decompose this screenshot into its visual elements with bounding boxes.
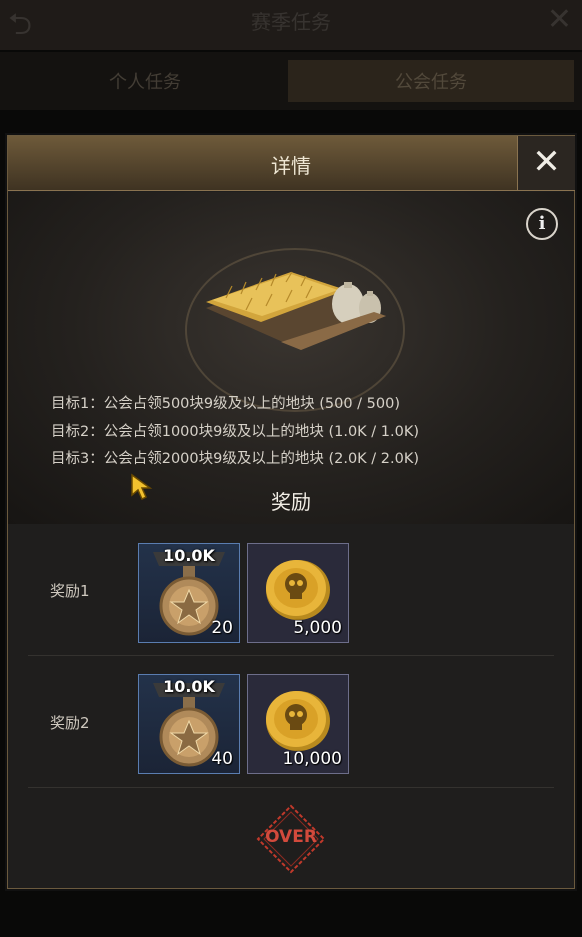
goal-item: 目标1：公会占领500块9级及以上的地块 (500 / 500) <box>51 396 401 412</box>
close-button[interactable]: ✕ <box>517 136 575 191</box>
medal-badge-value: 10.0K <box>163 677 215 696</box>
status-stamp: OVER <box>265 827 317 847</box>
close-icon: ✕ <box>532 142 561 182</box>
mouse-cursor-icon <box>131 473 153 501</box>
goal-list: 目标1：公会占领500块9级及以上的地块 (500 / 500) 目标2：公会占… <box>51 391 419 474</box>
goal-item: 目标2：公会占领1000块9级及以上的地块 (1.0K / 1.0K) <box>51 423 420 440</box>
dialog-title: 详情 <box>271 154 311 178</box>
row-divider <box>28 655 554 656</box>
farmland-illustration <box>206 271 386 350</box>
medal-quantity: 40 <box>211 749 233 769</box>
goal-item: 目标3：公会占领2000块9级及以上的地块 (2.0K / 2.0K) <box>51 451 420 467</box>
reward-row-label: 奖励1 <box>50 582 90 600</box>
coin-quantity: 5,000 <box>293 618 342 638</box>
coin-quantity: 10,000 <box>282 749 342 769</box>
medal-reward-item[interactable]: 10.0K 20 <box>138 543 240 643</box>
coin-reward-item[interactable]: 10,000 <box>247 674 349 774</box>
coin-reward-item[interactable]: 5,000 <box>247 543 349 643</box>
rewards-heading: 奖励 <box>271 490 311 514</box>
medal-reward-item[interactable]: 10.0K 40 <box>138 674 240 774</box>
task-banner: i 目标1：公会占领500块9级及以上的地块 (500 / 500) 目标2：公… <box>8 192 574 524</box>
info-icon[interactable]: i <box>526 208 558 240</box>
row-divider <box>28 787 554 788</box>
reward-row-label: 奖励2 <box>50 714 90 732</box>
details-dialog: 详情 ✕ i 目标1：公会占领500块9级及以上的地块 (500 / 500) … <box>7 135 575 889</box>
medal-quantity: 20 <box>211 618 233 638</box>
medal-badge-value: 10.0K <box>163 546 215 565</box>
